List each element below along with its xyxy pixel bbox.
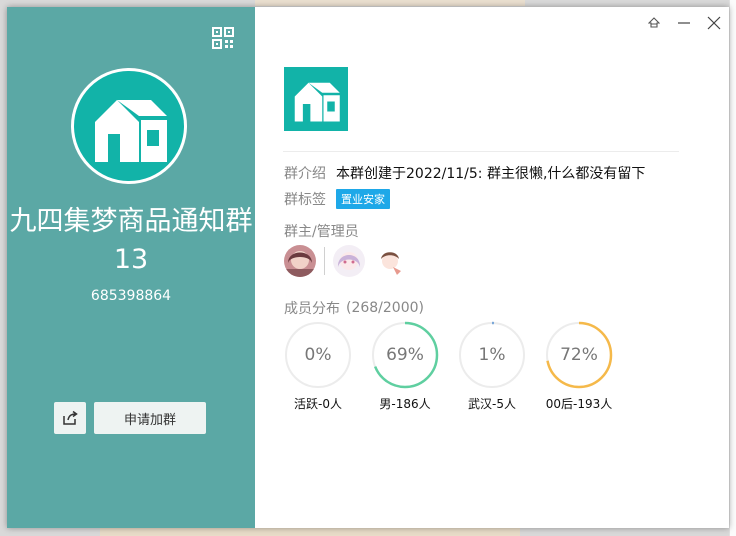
stat-percent: 69% [386,345,424,365]
group-id: 685398864 [90,288,172,304]
join-group-button[interactable]: 申请加群 [94,402,206,434]
stat-ring: 69% [371,321,439,389]
intro-value: 本群创建于2022/11/5: 群主很懒,什么都没有留下 [336,166,646,182]
stat-label: 00后-193人 [545,397,613,411]
members-label: 成员分布 [284,301,340,317]
stat-ring: 1% [458,321,526,389]
member-stat: 1% 武汉-5人 [458,321,545,412]
divider [283,151,679,152]
admins-row: 群主/管理员 [284,221,369,241]
stat-ring: 72% [545,321,613,389]
group-detail-panel: 群介绍 本群创建于2022/11/5: 群主很懒,什么都没有留下 群标签 置业安… [255,7,729,528]
admin-separator [324,247,325,275]
minimize-icon[interactable] [677,16,691,30]
tags-label: 群标签 [284,192,326,208]
stat-percent: 0% [304,345,332,365]
tags-row: 群标签 置业安家 [284,189,390,209]
background-window-bottom [100,528,520,536]
house-icon [294,82,340,122]
window-controls [647,16,721,30]
member-stats: 0% 活跃-0人 69% 男-186人 1% 武汉-5人 72% 00后-193人 [284,321,632,412]
member-stat: 72% 00后-193人 [545,321,632,412]
intro-row: 群介绍 本群创建于2022/11/5: 群主很懒,什么都没有留下 [284,163,645,183]
group-tag[interactable]: 置业安家 [336,189,390,209]
group-logo [284,67,348,131]
share-button[interactable] [54,402,86,434]
group-profile-dialog: 九四集梦商品通知群13 685398864 申请加群 群介绍 本群创建于2022… [7,7,729,528]
members-count: (268/2000) [346,300,424,316]
share-icon [63,410,78,425]
intro-label: 群介绍 [284,166,326,182]
admins-label: 群主/管理员 [284,224,359,240]
member-stat: 69% 男-186人 [371,321,458,412]
group-avatar[interactable] [71,68,187,184]
group-name: 九四集梦商品通知群13 [9,206,253,275]
stat-label: 活跃-0人 [294,397,342,411]
stat-label: 武汉-5人 [468,397,516,411]
close-icon[interactable] [707,16,721,30]
group-summary-panel: 九四集梦商品通知群13 685398864 申请加群 [7,7,255,528]
stat-label: 男-186人 [379,397,431,411]
stat-percent: 72% [560,345,598,365]
owner-avatar[interactable] [284,245,316,277]
admin-avatar[interactable] [373,245,405,277]
background-window-strip [255,0,525,6]
stat-percent: 1% [478,345,506,365]
pin-icon[interactable] [647,16,661,30]
admin-list [284,245,405,277]
background-window-edge [729,0,736,536]
stat-ring: 0% [284,321,352,389]
admin-avatar[interactable] [333,245,365,277]
members-row: 成员分布 (268/2000) [284,298,434,318]
qr-code-icon[interactable] [212,27,234,49]
member-stat: 0% 活跃-0人 [284,321,371,412]
house-icon [74,71,184,181]
